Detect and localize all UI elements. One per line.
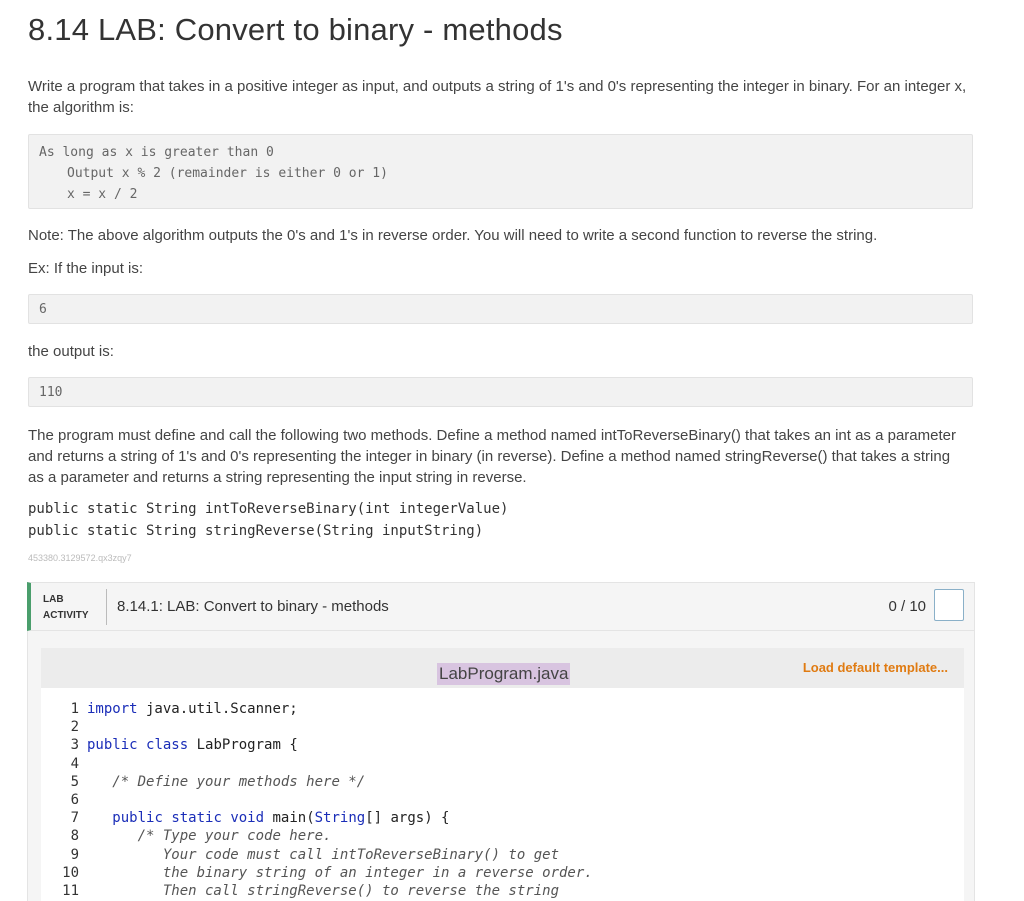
code-editor[interactable]: LabProgram.java Load default template...… [41, 648, 964, 901]
line-number: 8 [70, 828, 79, 845]
lab-score: 0 / 10 [888, 598, 926, 615]
lab-tag-line: ACTIVITY [43, 610, 89, 621]
line-number: 10 [62, 864, 79, 881]
code-text: LabProgram { [188, 737, 298, 754]
code-comment: Your code must call intToReverseBinary()… [87, 846, 560, 863]
code-text: java.util.Scanner; [137, 701, 298, 717]
code-line[interactable]: 10 the binary string of an integer in a … [41, 864, 964, 882]
code-line[interactable]: 6 [41, 791, 964, 809]
code-keyword: void [230, 810, 265, 827]
file-tab[interactable]: LabProgram.java [437, 663, 571, 685]
note-paragraph: Note: The above algorithm outputs the 0'… [28, 227, 878, 244]
intro-paragraph: Write a program that takes in a positive… [28, 78, 967, 116]
code-line[interactable]: 8 /* Type your code here. [41, 827, 964, 845]
line-content: public static void main(String[] args) { [87, 809, 450, 827]
page-title: 8.14 LAB: Convert to binary - methods [28, 12, 563, 47]
line-number: 3 [70, 737, 79, 754]
line-content: import java.util.Scanner; [87, 700, 298, 718]
lab-activity-header: LAB ACTIVITY 8.14.1: LAB: Convert to bin… [27, 582, 975, 631]
divider [106, 589, 107, 625]
code-line[interactable]: 1 import java.util.Scanner; [41, 700, 964, 718]
code-comment: /* Define your methods here */ [112, 773, 366, 790]
output-label: the output is: [28, 343, 114, 360]
code-line[interactable]: 3 public class LabProgram { [41, 736, 964, 754]
code-line[interactable]: 11 Then call stringReverse() to reverse … [41, 882, 964, 900]
line-content: the binary string of an integer in a rev… [87, 864, 593, 882]
code-line[interactable]: 7 public static void main(String[] args)… [41, 809, 964, 827]
code-line[interactable]: 2 [41, 718, 964, 736]
line-number: 2 [70, 719, 79, 736]
line-content: public class LabProgram { [87, 736, 298, 754]
code-keyword: public [87, 737, 138, 754]
code-line[interactable]: 4 [41, 755, 964, 773]
line-number: 6 [70, 791, 79, 808]
code-keyword: import [87, 701, 138, 717]
line-content: Your code must call intToReverseBinary()… [87, 846, 559, 864]
code-area[interactable]: 1 import java.util.Scanner; 2 3 public class… [41, 700, 964, 900]
editor-container: LabProgram.java Load default template...… [27, 631, 975, 901]
line-number: 7 [70, 810, 79, 827]
lab-activity-tag: LAB ACTIVITY [43, 592, 89, 624]
line-content: /* Type your code here. [87, 827, 332, 845]
code-text: [] args) { [365, 810, 450, 827]
algorithm-line: Output x % 2 (remainder is either 0 or 1… [67, 166, 388, 181]
line-content: Then call stringReverse() to reverse the… [87, 882, 559, 900]
line-number: 1 [70, 701, 79, 717]
score-box-icon [934, 589, 964, 621]
code-comment: Then call stringReverse() to reverse the… [87, 882, 560, 899]
algorithm-line: As long as x is greater than 0 [39, 145, 274, 160]
tracking-id: 453380.3129572.qx3zqy7 [28, 553, 132, 563]
method-signature: public static String stringReverse(Strin… [28, 523, 484, 539]
line-content: /* Define your methods here */ [87, 773, 365, 791]
method-signature: public static String intToReverseBinary(… [28, 501, 509, 517]
example-output-box: 110 [28, 377, 973, 407]
example-input-box: 6 [28, 294, 973, 324]
methods-paragraph: The program must define and call the fol… [28, 427, 956, 486]
line-number: 5 [70, 773, 79, 790]
code-keyword: static [171, 810, 222, 827]
line-number: 9 [70, 846, 79, 863]
editor-tabbar: LabProgram.java Load default template... [41, 648, 964, 688]
code-line[interactable]: 9 Your code must call intToReverseBinary… [41, 846, 964, 864]
code-text: main( [264, 810, 315, 827]
line-number: 11 [62, 882, 79, 899]
code-line[interactable]: 5 /* Define your methods here */ [41, 773, 964, 791]
lab-tag-line: LAB [43, 594, 64, 605]
load-default-template-link[interactable]: Load default template... [803, 660, 948, 675]
example-label: Ex: If the input is: [28, 260, 144, 277]
algorithm-block: As long as x is greater than 0 Output x … [28, 134, 973, 209]
code-comment: /* Type your code here. [137, 828, 332, 845]
code-keyword: String [314, 810, 366, 827]
algorithm-line: x = x / 2 [67, 187, 138, 202]
code-keyword: class [146, 737, 189, 754]
code-comment: the binary string of an integer in a rev… [87, 864, 593, 881]
line-number: 4 [70, 755, 79, 772]
code-keyword: public [112, 810, 163, 827]
lab-title: 8.14.1: LAB: Convert to binary - methods [117, 598, 389, 615]
